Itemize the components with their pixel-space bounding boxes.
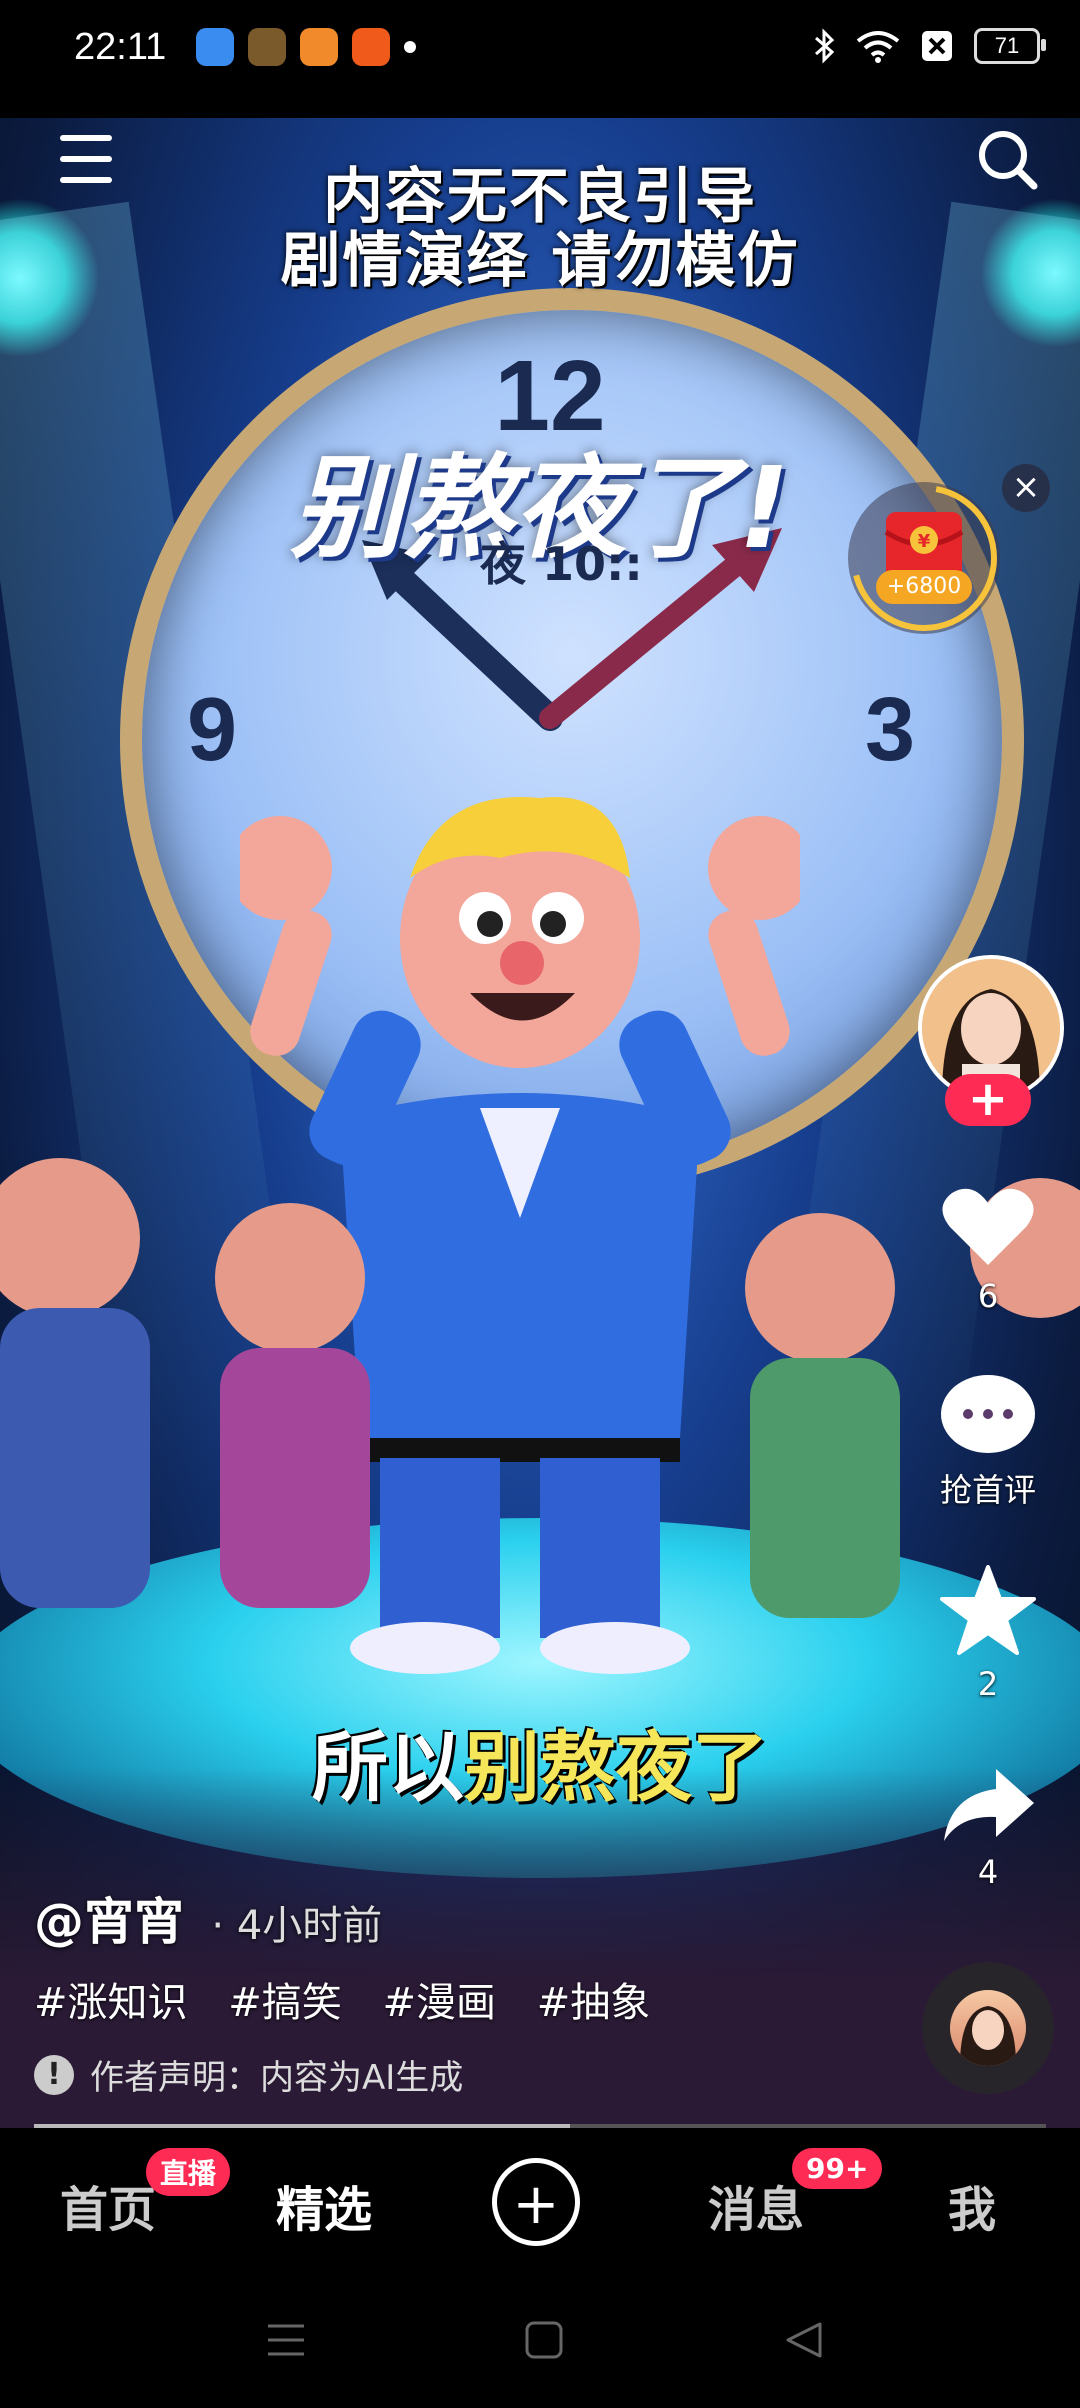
svg-text:9: 9 [187,680,237,780]
like-count: 6 [977,1277,999,1315]
nav-messages[interactable]: 消息 [708,2170,804,2240]
comment-label: 抢首评 [939,1471,1036,1509]
author-name[interactable]: @宵宵 [34,1893,184,1951]
battery-level: 71 [994,33,1020,58]
post-time: · 4小时前 [211,1903,383,1949]
subtitle-plain: 所以 [312,1723,464,1812]
hashtag[interactable]: #搞笑 [228,1980,342,2026]
recent-apps-icon[interactable] [266,2320,306,2360]
like-button[interactable]: 6 [918,1185,1058,1315]
hashtag[interactable]: #涨知识 [34,1980,188,2026]
hashtag-list: #涨知识 #搞笑 #漫画 #抽象 [34,1970,678,2028]
live-badge: 直播 [146,2148,231,2196]
no-sim-icon [922,31,952,61]
exclamation-icon: ! [34,2054,74,2095]
ai-declaration: ! 作者声明：内容为AI生成 [34,2050,463,2099]
svg-text:¥: ¥ [918,531,931,552]
svg-text:3: 3 [865,680,915,780]
nav-me[interactable]: 我 [948,2170,996,2240]
comment-icon [941,1375,1035,1453]
heart-icon [942,1188,1034,1265]
nav-featured[interactable]: 精选 [276,2170,372,2240]
menu-icon[interactable] [60,135,112,183]
game-app-icon [248,28,286,66]
shopping-app-icon [352,28,390,66]
messages-badge: 99+ [792,2148,883,2189]
hashtag[interactable]: #漫画 [382,1980,496,2026]
subtitle-highlight: 别熬夜了 [464,1723,768,1812]
back-icon[interactable] [784,2320,824,2360]
follow-button[interactable]: + [945,1074,1031,1126]
more-notifications-icon [404,41,416,53]
video-app-icon [300,28,338,66]
status-bar: 22:11 71 [0,0,1080,118]
music-disc-avatar[interactable] [950,1990,1026,2066]
hashtag[interactable]: #抽象 [537,1980,651,2026]
create-post-button[interactable]: + [492,2158,580,2246]
favorite-button[interactable]: 2 [918,1565,1058,1703]
star-icon [940,1565,1036,1655]
red-packet-amount: +6800 [876,570,972,604]
status-right: 71 [814,28,1046,64]
red-packet-widget[interactable]: ¥ +6800 [848,482,1000,634]
share-button[interactable]: 4 [918,1765,1058,1891]
content-notice-line2: 剧情演绎 请勿模仿 [280,226,800,296]
battery-indicator: 71 [974,28,1046,64]
post-author-line: @宵宵 · 4小时前 [34,1882,382,1954]
home-icon[interactable] [524,2320,564,2360]
nav-home[interactable]: 首页 [60,2170,156,2240]
share-icon [944,1769,1034,1841]
comment-button[interactable]: 抢首评 [918,1375,1058,1511]
weather-app-icon [196,28,234,66]
bluetooth-icon [815,28,835,64]
share-count: 4 [977,1853,999,1891]
favorite-count: 2 [977,1665,999,1703]
system-navigation-bar [0,2278,1080,2408]
status-time: 22:11 [74,26,167,68]
declaration-text: 作者声明：内容为AI生成 [90,2058,464,2098]
clock-caption: 夜 10:: [480,537,643,591]
search-icon[interactable] [976,128,1040,192]
close-icon[interactable]: × [1002,464,1050,512]
wifi-icon [856,31,900,63]
notification-icons [196,28,416,66]
